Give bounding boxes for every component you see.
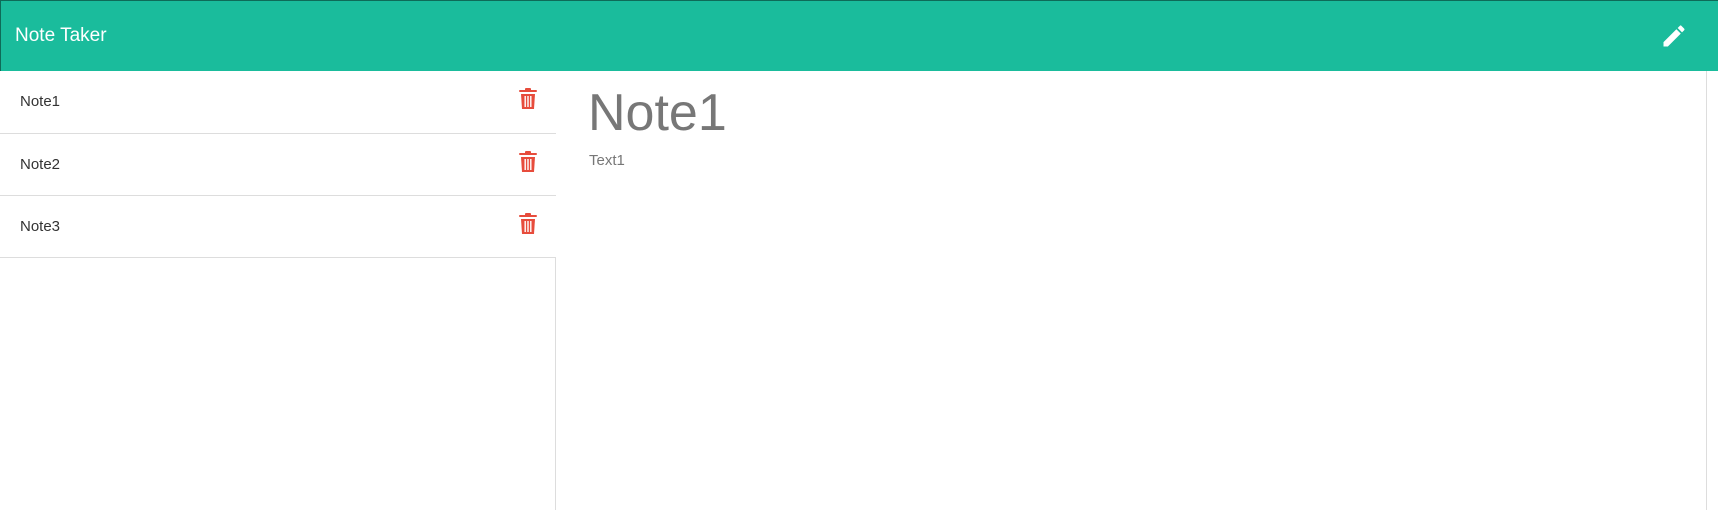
note-title-field[interactable]: Note1	[588, 81, 727, 145]
trash-icon[interactable]	[519, 151, 537, 173]
list-item[interactable]: Note3	[0, 195, 556, 257]
note-title[interactable]: Note2	[20, 156, 60, 174]
app-title[interactable]: Note Taker	[15, 24, 107, 48]
pencil-icon[interactable]	[1660, 22, 1688, 50]
trash-icon[interactable]	[519, 213, 537, 235]
note-title[interactable]: Note3	[20, 218, 60, 236]
note-editor: Note1 Text1	[557, 71, 1707, 510]
list-item[interactable]: Note2	[0, 133, 556, 195]
note-title[interactable]: Note1	[20, 93, 60, 111]
notes-sidebar: Note1 Note2 Note3	[0, 71, 556, 510]
list-item[interactable]: Note1	[0, 71, 556, 133]
note-list: Note1 Note2 Note3	[0, 71, 556, 258]
trash-icon[interactable]	[519, 88, 537, 110]
navbar: Note Taker	[0, 0, 1718, 71]
note-text-field[interactable]: Text1	[589, 151, 625, 171]
